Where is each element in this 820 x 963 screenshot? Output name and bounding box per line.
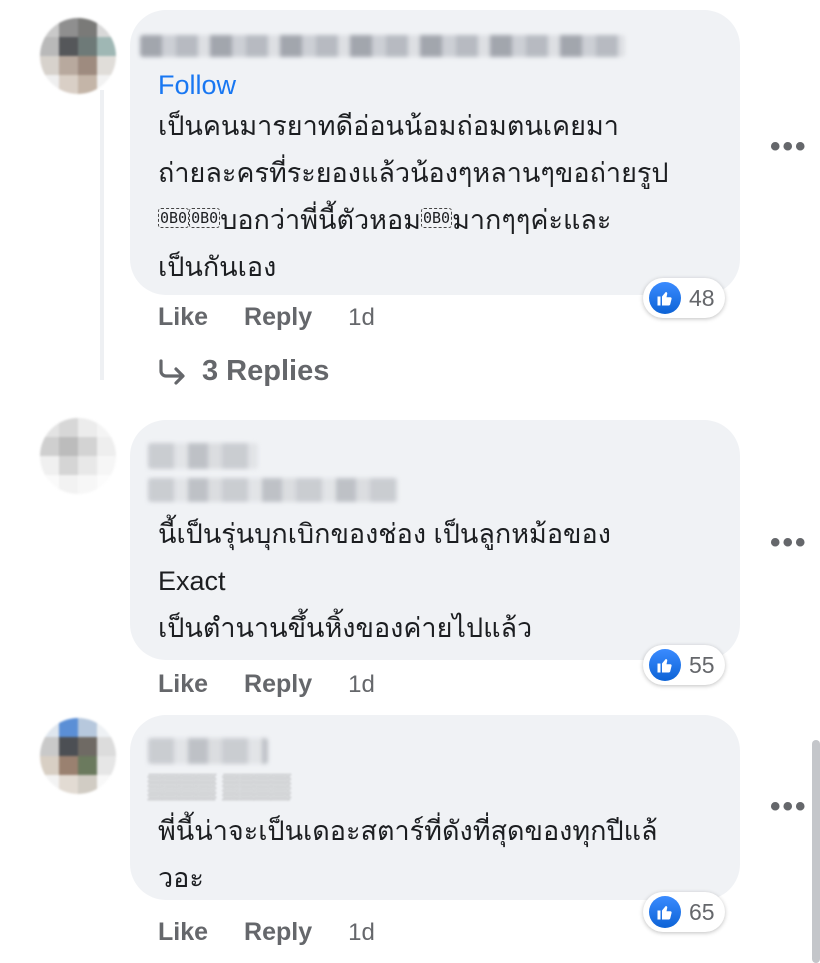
like-button[interactable]: Like	[158, 303, 208, 332]
more-horizontal-icon[interactable]: •••	[770, 526, 808, 560]
avatar[interactable]	[40, 418, 116, 494]
thumbs-up-icon	[649, 282, 681, 314]
commenter-name-redacted: ▒▒▒▒ ▒▒▒▒	[148, 773, 291, 800]
comment-text: นี้เป็นรุ่นบุกเบิกของช่อง เป็นลูกหม้อของ…	[158, 519, 611, 643]
thumbs-up-icon	[649, 649, 681, 681]
like-button[interactable]: Like	[158, 918, 208, 947]
comment-timestamp[interactable]: 1d	[348, 304, 375, 332]
emoji-placeholder-icon: 0B0	[189, 208, 221, 228]
comment-actions: Like Reply 1d	[158, 918, 375, 947]
more-horizontal-icon[interactable]: •••	[770, 130, 808, 164]
like-button[interactable]: Like	[158, 670, 208, 699]
avatar[interactable]	[40, 718, 116, 794]
reaction-count: 55	[689, 651, 715, 678]
emoji-placeholder-icon: 0B0	[420, 208, 453, 228]
reaction-count: 65	[689, 898, 715, 925]
reaction-count-badge[interactable]: 55	[643, 645, 725, 685]
reaction-count-badge[interactable]: 65	[643, 892, 725, 932]
scrollbar[interactable]	[812, 740, 820, 963]
comment-actions: Like Reply 1d	[158, 670, 375, 699]
comment-text: พี่นี้น่าจะเป็นเดอะสตาร์ที่ดังที่สุดของท…	[158, 816, 658, 893]
comment-timestamp[interactable]: 1d	[348, 919, 375, 947]
reply-button[interactable]: Reply	[244, 918, 312, 947]
commenter-name-redacted[interactable]	[148, 443, 258, 469]
thread-line	[100, 90, 104, 380]
reaction-count-badge[interactable]: 48	[643, 278, 725, 318]
emoji-placeholder-icon: 0B0	[158, 208, 190, 228]
reaction-count: 48	[689, 284, 715, 311]
reply-arrow-icon	[159, 358, 185, 385]
commenter-name-redacted[interactable]	[148, 738, 268, 764]
comment-text: เป็นคนมารยาทดีอ่อนน้อมถ่อมตนเคยมา ถ่ายละ…	[158, 111, 669, 282]
follow-link[interactable]: Follow	[158, 70, 236, 101]
commenter-name-redacted[interactable]	[140, 35, 625, 57]
reply-button[interactable]: Reply	[244, 303, 312, 332]
view-replies-button[interactable]: 3 Replies	[158, 355, 329, 388]
thumbs-up-icon	[649, 896, 681, 928]
avatar[interactable]	[40, 18, 116, 94]
comment-actions: Like Reply 1d	[158, 303, 375, 332]
reply-button[interactable]: Reply	[244, 670, 312, 699]
commenter-name-redacted[interactable]	[148, 478, 398, 502]
comment-timestamp[interactable]: 1d	[348, 671, 375, 699]
more-horizontal-icon[interactable]: •••	[770, 790, 808, 824]
replies-label: 3 Replies	[202, 355, 330, 387]
